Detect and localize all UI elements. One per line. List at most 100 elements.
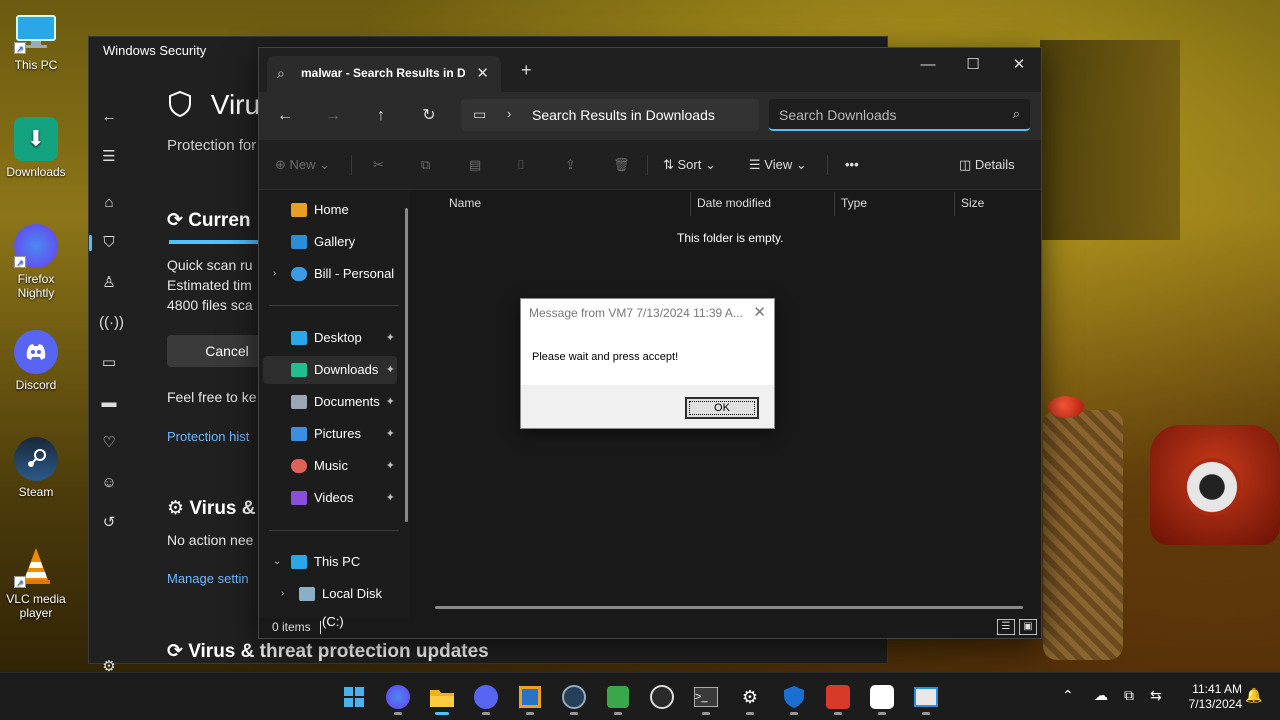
person-icon[interactable]: ♙ — [99, 273, 119, 293]
desktop-icon-steam[interactable]: Steam — [0, 437, 72, 499]
back-arrow-icon[interactable]: ← — [273, 104, 297, 128]
search-input[interactable] — [779, 105, 989, 125]
details-button[interactable]: ◫ Details — [959, 154, 1015, 176]
rename-icon[interactable]: ⌷ — [517, 154, 525, 176]
share-icon[interactable]: ⇪ — [565, 154, 576, 176]
sidebar-item-onedrive[interactable]: › Bill - Personal — [263, 260, 397, 288]
windows-security-icon[interactable] — [778, 681, 810, 715]
wireless-icon[interactable]: ((·)) — [99, 313, 124, 333]
sidebar-item-documents[interactable]: Documents ✦ — [263, 388, 397, 416]
column-separator[interactable] — [834, 192, 835, 216]
large-icons-view-icon[interactable]: ▣ — [1019, 619, 1037, 635]
close-dialog-icon[interactable]: ✕ — [753, 303, 766, 321]
security-nav-rail: ← ☰ ⌂ ⛉ ♙ ((·)) ▭ ▬ ♡ ☺ ↺ ⚙ — [89, 67, 129, 675]
taskbar: >_ ⚙ ⌃ ☁ ⧉ ⇆ 11:41 AM 7/13/2024 🔔 — [0, 672, 1280, 720]
desktop-icon-vlc[interactable]: ↗ VLC media player — [0, 544, 72, 620]
steam-icon[interactable] — [558, 681, 590, 715]
discord-icon[interactable] — [470, 681, 502, 715]
file-explorer-icon[interactable] — [426, 681, 458, 715]
maximize-icon[interactable]: ☐ — [950, 52, 996, 78]
notification-bell-icon[interactable]: 🔔 — [1245, 687, 1262, 704]
details-view-icon[interactable]: ☰ — [997, 619, 1015, 635]
shield-icon[interactable]: ⛉ — [89, 233, 119, 253]
new-button[interactable]: ⊕ New ⌄ — [275, 154, 330, 176]
history-icon[interactable]: ↺ — [99, 513, 119, 533]
remote-desktop-icon[interactable] — [910, 681, 942, 715]
monitor-icon: ▭ — [473, 106, 487, 122]
sidebar-item-downloads[interactable]: Downloads ✦ — [263, 356, 397, 384]
delete-icon[interactable]: 🗑 — [613, 154, 630, 176]
view-button[interactable]: ☰ View ⌄ — [749, 154, 807, 176]
explorer-tab[interactable]: ⌕ malwar - Search Results in Downloads ✕ — [267, 56, 501, 92]
chevron-up-icon[interactable]: ⌃ — [1062, 687, 1074, 704]
refresh-icon[interactable]: ↻ — [417, 104, 441, 128]
chevron-right-icon[interactable]: › — [281, 580, 284, 608]
navigation-pane: Home Gallery › Bill - Personal Desktop ✦… — [259, 190, 409, 629]
manage-settings-link[interactable]: Manage settin — [167, 571, 249, 586]
sidebar-scrollbar[interactable] — [405, 208, 408, 522]
plus-circle-icon: ⊕ — [275, 157, 290, 172]
column-header-name[interactable]: Name — [449, 196, 481, 210]
new-tab-icon[interactable]: + — [521, 60, 532, 81]
desktop-icon-firefox-nightly[interactable]: ↗ Firefox Nightly — [0, 224, 72, 300]
current-threats-heading: ⟳ Curren — [167, 210, 251, 231]
chevron-right-icon[interactable]: › — [273, 260, 276, 288]
windows-start-icon[interactable] — [338, 681, 370, 713]
column-header-date-modified[interactable]: Date modified — [697, 196, 771, 210]
desktop-icon-downloads[interactable]: ⬇ Downloads — [0, 117, 72, 179]
sidebar-item-desktop[interactable]: Desktop ✦ — [263, 324, 397, 352]
copy-icon[interactable]: ⧉ — [421, 154, 430, 176]
column-header-size[interactable]: Size — [961, 196, 984, 210]
cut-icon[interactable]: ✂ — [373, 154, 384, 176]
sidebar-item-gallery[interactable]: Gallery — [263, 228, 397, 256]
address-bar[interactable]: ▭ › Search Results in Downloads — [461, 99, 759, 131]
onedrive-tray-icon[interactable]: ☁ — [1094, 687, 1108, 704]
protection-history-link[interactable]: Protection hist — [167, 429, 249, 444]
up-arrow-icon[interactable]: ↑ — [369, 104, 393, 128]
column-separator[interactable] — [690, 192, 691, 216]
settings-gear-icon[interactable]: ⚙ — [734, 681, 766, 715]
more-options-icon[interactable]: ••• — [845, 154, 859, 176]
close-tab-icon[interactable]: ✕ — [476, 64, 489, 82]
sidebar-item-music[interactable]: Music ✦ — [263, 452, 397, 480]
device-security-icon[interactable]: ▬ — [99, 393, 119, 413]
hamburger-menu-icon[interactable]: ☰ — [99, 147, 119, 167]
virtualbox-icon[interactable] — [514, 681, 546, 715]
sort-button[interactable]: ⇅ Sort ⌄ — [663, 154, 716, 176]
home-icon[interactable]: ⌂ — [99, 193, 119, 213]
psiphon-icon[interactable] — [822, 681, 854, 715]
app-browser-icon[interactable]: ▭ — [99, 353, 119, 373]
column-separator[interactable] — [954, 192, 955, 216]
forward-arrow-icon[interactable]: → — [321, 104, 345, 128]
sidebar-item-pictures[interactable]: Pictures ✦ — [263, 420, 397, 448]
chevron-down-icon[interactable]: ⌄ — [273, 548, 281, 576]
camtasia-icon[interactable] — [602, 681, 634, 715]
minimize-icon[interactable]: — — [905, 52, 951, 78]
desktop-icon-discord[interactable]: Discord — [0, 330, 72, 392]
display-tray-icon[interactable]: ⧉ — [1124, 687, 1134, 704]
sidebar-item-home[interactable]: Home — [263, 196, 397, 224]
ok-button[interactable]: OK — [685, 397, 759, 419]
family-icon[interactable]: ☺ — [99, 473, 119, 493]
horizontal-scrollbar[interactable] — [435, 606, 1023, 609]
close-window-icon[interactable]: ✕ — [996, 52, 1042, 78]
teamviewer-icon[interactable] — [866, 681, 898, 715]
firefox-nightly-icon[interactable] — [382, 681, 414, 715]
search-box[interactable]: ⌕ — [769, 99, 1030, 131]
clock-time: 11:41 AM — [1192, 682, 1242, 696]
this-pc-icon — [291, 555, 307, 569]
obs-icon[interactable] — [646, 681, 678, 713]
paste-icon[interactable]: ▤ — [469, 154, 481, 176]
sidebar-item-videos[interactable]: Videos ✦ — [263, 484, 397, 512]
chevron-right-icon[interactable]: › — [507, 106, 511, 121]
sidebar-item-local-disk[interactable]: › Local Disk (C:) — [271, 580, 405, 629]
network-tray-icon[interactable]: ⇆ — [1150, 687, 1162, 704]
taskbar-clock[interactable]: 11:41 AM 7/13/2024 — [1178, 682, 1242, 712]
desktop-icon-this-pc[interactable]: ↗ This PC — [0, 10, 72, 72]
sidebar-item-this-pc[interactable]: ⌄ This PC — [263, 548, 397, 576]
onedrive-cloud-icon — [291, 267, 307, 281]
terminal-icon[interactable]: >_ — [690, 681, 722, 715]
health-heart-icon[interactable]: ♡ — [99, 433, 119, 453]
column-header-type[interactable]: Type — [841, 196, 867, 210]
back-arrow-icon[interactable]: ← — [99, 107, 119, 127]
